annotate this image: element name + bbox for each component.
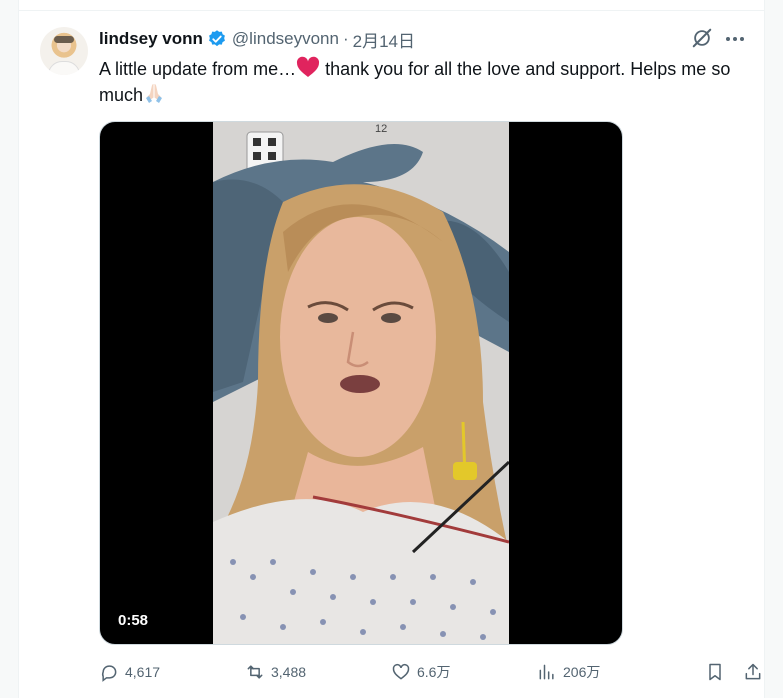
share-button[interactable] (743, 662, 763, 682)
reply-button[interactable]: 4,617 (99, 662, 160, 682)
reply-icon (101, 665, 117, 682)
video-player[interactable]: 12 0:58 (99, 121, 623, 645)
post-text-part1: A little update from me… (99, 59, 297, 79)
repost-icon (247, 665, 263, 679)
views-icon (539, 664, 554, 680)
praying-hands-emoji (146, 84, 163, 103)
video-frame: 12 (213, 122, 509, 644)
heart-emoji (297, 56, 320, 77)
share-icon (745, 663, 761, 680)
video-still: 12 (213, 122, 509, 644)
repost-count: 3,488 (271, 664, 307, 680)
bookmark-icon (709, 663, 721, 681)
post-card[interactable]: lindsey vonn @lindseyvonn · 2月14日 A litt… (18, 0, 765, 698)
reply-count: 4,617 (125, 664, 161, 680)
divider (19, 10, 764, 11)
avatar-body (48, 61, 80, 75)
video-duration: 0:58 (118, 612, 149, 629)
author-handle[interactable]: @lindseyvonn (232, 29, 339, 49)
header-separator: · (342, 29, 349, 48)
like-count: 6.6万 (417, 664, 451, 680)
svg-text:12: 12 (375, 123, 387, 135)
author-name[interactable]: lindsey vonn (99, 29, 203, 49)
avatar[interactable] (40, 27, 88, 75)
grok-icon[interactable] (691, 27, 713, 49)
bookmark-button[interactable] (705, 662, 725, 682)
action-bar: 4,617 3,488 6.6万 206万 (99, 662, 761, 686)
post-date[interactable]: 2月14日 (353, 27, 415, 52)
verified-badge-icon (209, 30, 225, 47)
like-button[interactable]: 6.6万 (391, 662, 450, 682)
views-button[interactable]: 206万 (537, 662, 600, 682)
repost-button[interactable]: 3,488 (245, 662, 306, 682)
more-options-icon[interactable] (724, 28, 746, 50)
avatar-headband (54, 36, 74, 43)
post-text: A little update from me… thank you for a… (99, 56, 759, 108)
views-count: 206万 (563, 664, 601, 680)
post-header: lindsey vonn @lindseyvonn · 2月14日 (99, 27, 415, 52)
heart-icon (392, 663, 410, 680)
